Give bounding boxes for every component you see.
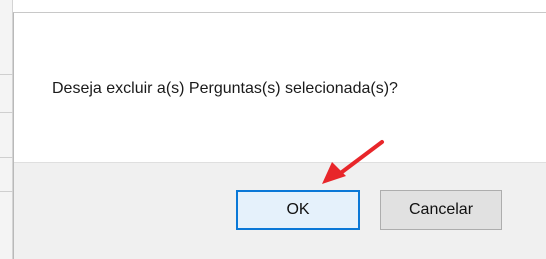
divider xyxy=(0,191,13,192)
confirm-dialog: Deseja excluir a(s) Perguntas(s) selecio… xyxy=(13,12,546,259)
dialog-footer: OK Cancelar xyxy=(14,162,546,259)
divider xyxy=(0,157,13,158)
background-window-edge xyxy=(0,0,13,259)
ok-button[interactable]: OK xyxy=(236,190,360,230)
divider xyxy=(0,112,13,113)
dialog-body: Deseja excluir a(s) Perguntas(s) selecio… xyxy=(14,13,546,162)
divider xyxy=(0,74,13,75)
cancel-button[interactable]: Cancelar xyxy=(380,190,502,230)
screen: Deseja excluir a(s) Perguntas(s) selecio… xyxy=(0,0,546,259)
dialog-message: Deseja excluir a(s) Perguntas(s) selecio… xyxy=(52,80,398,97)
